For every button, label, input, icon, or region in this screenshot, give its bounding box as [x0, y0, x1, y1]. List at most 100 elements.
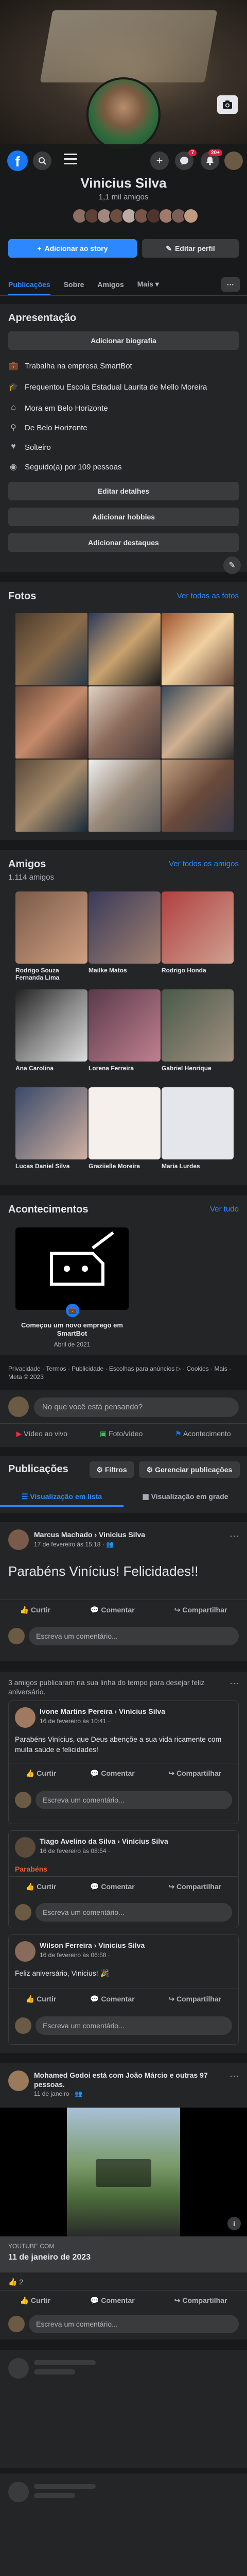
- post-date[interactable]: 16 de fevereiro às 10:41 ·: [40, 1718, 110, 1725]
- tab-grid-view[interactable]: ▦ Visualização em grade: [123, 1486, 247, 1507]
- photo-video-button[interactable]: ▣ Foto/vídeo: [100, 1429, 143, 1438]
- link-preview[interactable]: YOUTUBE.COM 11 de janeiro de 2023: [0, 2236, 247, 2272]
- intro-item-followers[interactable]: ◉ Seguido(a) por 109 pessoas: [8, 457, 239, 477]
- see-all-events-link[interactable]: Ver tudo: [210, 1205, 239, 1214]
- add-hobbies-button[interactable]: Adicionar hobbies: [8, 508, 239, 526]
- add-highlights-button[interactable]: Adicionar destaques: [8, 533, 239, 552]
- friend-photo[interactable]: [162, 891, 234, 964]
- photo-thumbnail[interactable]: [89, 760, 161, 832]
- footer-links[interactable]: Privacidade · Termos · Publicidade · Esc…: [8, 1365, 239, 1381]
- post-author-avatar[interactable]: [15, 1941, 36, 1962]
- comment-button[interactable]: 💬 Comentar: [90, 1769, 135, 1778]
- friend-photo[interactable]: [89, 891, 161, 964]
- post-author[interactable]: Tiago Avelino da Silva › Vinícius Silva: [40, 1837, 168, 1845]
- reaction-count[interactable]: 👍 2: [8, 2278, 23, 2286]
- like-button[interactable]: 👍 Curtir: [26, 1769, 56, 1778]
- life-event-button[interactable]: ⚑ Acontecimento: [175, 1429, 231, 1438]
- bell-icon[interactable]: 20+: [201, 149, 222, 170]
- add-story-button[interactable]: + Adicionar ao story: [8, 239, 137, 258]
- tab-more[interactable]: Mais ▾: [137, 280, 159, 289]
- comment-input[interactable]: Escreva um comentário...: [36, 2016, 232, 2035]
- friend-photo[interactable]: [15, 1087, 87, 1159]
- tab-posts[interactable]: Publicações: [8, 280, 50, 295]
- friend-name[interactable]: Rodrigo Honda: [162, 967, 234, 974]
- post-author-avatar[interactable]: [8, 2070, 29, 2091]
- post-date[interactable]: 16 de fevereiro às 06:58 ·: [40, 1951, 110, 1959]
- share-button[interactable]: ↪ Compartilhar: [168, 1995, 221, 2003]
- friend-name[interactable]: Maria Lurdes: [162, 1163, 234, 1170]
- camera-icon[interactable]: [217, 95, 238, 114]
- messenger-icon[interactable]: 7: [175, 149, 197, 170]
- composer-input[interactable]: No que você está pensando?: [34, 1398, 239, 1417]
- filters-button[interactable]: ⚙ Filtros: [90, 1461, 134, 1478]
- friend-photo[interactable]: [15, 989, 87, 1062]
- like-button[interactable]: 👍 Curtir: [20, 1606, 50, 1614]
- like-button[interactable]: 👍 Curtir: [20, 2296, 50, 2305]
- tab-about[interactable]: Sobre: [64, 280, 84, 289]
- photo-thumbnail[interactable]: [15, 686, 87, 759]
- profile-avatar[interactable]: [86, 77, 161, 151]
- comment-button[interactable]: 💬 Comentar: [90, 1882, 135, 1891]
- comment-button[interactable]: 💬 Comentar: [90, 2296, 135, 2305]
- comment-input[interactable]: Escreva um comentário...: [29, 2315, 239, 2333]
- post-date[interactable]: 16 de fevereiro às 08:54 ·: [40, 1847, 110, 1855]
- friends-count[interactable]: 1,1 mil amigos: [0, 193, 247, 201]
- post-author[interactable]: Wilson Ferreira › Vinicius Silva: [40, 1941, 145, 1949]
- edit-details-button[interactable]: Editar detalhes: [8, 482, 239, 500]
- post-author-avatar[interactable]: [8, 1529, 29, 1550]
- tab-friends[interactable]: Amigos: [97, 280, 123, 289]
- post-author[interactable]: Mohamed Godoi está com João Márcio e out…: [34, 2070, 209, 2089]
- add-bio-button[interactable]: Adicionar biografia: [8, 331, 239, 350]
- event-image[interactable]: [15, 1227, 129, 1310]
- share-button[interactable]: ↪ Compartilhar: [168, 1769, 221, 1778]
- post-author[interactable]: Ivone Martins Pereira › Vinícius Silva: [40, 1707, 165, 1715]
- share-button[interactable]: ↪ Compartilhar: [174, 1606, 227, 1614]
- comment-input[interactable]: Escreva um comentário...: [29, 1627, 239, 1645]
- see-all-friends-link[interactable]: Ver todos os amigos: [169, 860, 239, 868]
- friend-photo[interactable]: [15, 891, 87, 964]
- like-button[interactable]: 👍 Curtir: [26, 1882, 56, 1891]
- post-author-avatar[interactable]: [15, 1837, 36, 1858]
- info-icon[interactable]: i: [227, 2217, 241, 2230]
- photo-thumbnail[interactable]: [162, 613, 234, 685]
- friend-name[interactable]: Ana Carolina: [15, 1065, 87, 1072]
- friend-photo[interactable]: [89, 989, 161, 1062]
- friend-name[interactable]: Gabriel Henrique: [162, 1065, 234, 1072]
- photo-thumbnail[interactable]: [89, 613, 161, 685]
- comment-button[interactable]: 💬 Comentar: [90, 1606, 135, 1614]
- event-title[interactable]: Começou um novo emprego em SmartBot: [15, 1321, 129, 1338]
- account-avatar[interactable]: [224, 151, 243, 170]
- photo-thumbnail[interactable]: [15, 613, 87, 685]
- friend-name[interactable]: Mailke Matos: [89, 967, 161, 974]
- facebook-logo[interactable]: f: [7, 150, 28, 171]
- plus-icon[interactable]: +: [150, 151, 169, 170]
- photo-thumbnail[interactable]: [15, 760, 87, 832]
- photo-thumbnail[interactable]: [162, 686, 234, 759]
- tab-list-view[interactable]: ☰ Visualização em lista: [0, 1486, 123, 1507]
- manage-posts-button[interactable]: ⚙ Gerenciar publicações: [139, 1461, 240, 1478]
- live-video-button[interactable]: ▶ Vídeo ao vivo: [16, 1429, 67, 1438]
- post-author[interactable]: Marcus Machado › Vinicius Silva: [34, 1530, 145, 1539]
- post-author-avatar[interactable]: [15, 1707, 36, 1728]
- post-date[interactable]: 17 de fevereiro às 15:18 · 👥: [34, 1541, 114, 1548]
- comment-input[interactable]: Escreva um comentário...: [36, 1791, 232, 1809]
- friend-photo[interactable]: [162, 1087, 234, 1159]
- friend-name[interactable]: Graziielle Moreira: [89, 1163, 161, 1170]
- comment-button[interactable]: 💬 Comentar: [90, 1995, 135, 2003]
- more-options-icon[interactable]: ···: [230, 1678, 239, 1689]
- friend-name[interactable]: Lucas Daniel Silva: [15, 1163, 87, 1170]
- friend-avatars-row[interactable]: [72, 208, 199, 224]
- video-thumbnail[interactable]: i: [0, 2108, 247, 2236]
- more-options-icon[interactable]: ···: [230, 2070, 239, 2081]
- photo-thumbnail[interactable]: [162, 760, 234, 832]
- friend-name[interactable]: Rodrigo Souza Fernanda Lima: [15, 967, 87, 981]
- share-button[interactable]: ↪ Compartilhar: [174, 2296, 227, 2305]
- share-button[interactable]: ↪ Compartilhar: [168, 1882, 221, 1891]
- edit-circle-icon[interactable]: ✎: [223, 557, 241, 574]
- photo-thumbnail[interactable]: [89, 686, 161, 759]
- friend-photo[interactable]: [89, 1087, 161, 1159]
- more-options-button[interactable]: ···: [221, 277, 240, 292]
- see-all-photos-link[interactable]: Ver todas as fotos: [177, 592, 239, 600]
- menu-icon[interactable]: [64, 154, 77, 164]
- search-icon[interactable]: [33, 151, 51, 170]
